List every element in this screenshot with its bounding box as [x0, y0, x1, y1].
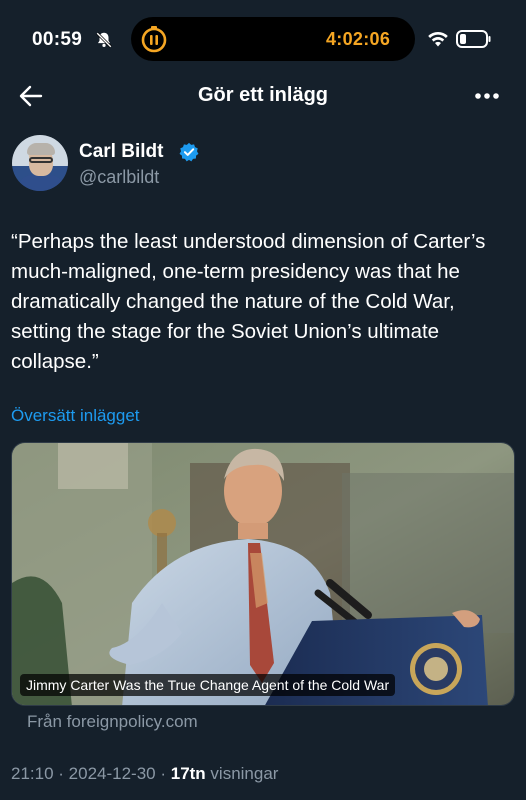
status-bar: 00:59 4:02:06 [0, 0, 526, 70]
back-button[interactable] [14, 80, 48, 112]
tweet-time[interactable]: 21:10 [11, 764, 54, 783]
tweet-date[interactable]: 2024-12-30 [69, 764, 156, 783]
link-card-source[interactable]: Från foreignpolicy.com [27, 712, 198, 732]
pause-timer-icon[interactable] [139, 24, 169, 54]
tweet-text: “Perhaps the least understood dimension … [11, 230, 486, 373]
bell-slash-icon [96, 32, 112, 48]
author-name[interactable]: Carl Bildt [79, 141, 163, 163]
island-timer-value: 4:02:06 [326, 29, 391, 49]
link-card-caption: Jimmy Carter Was the True Change Agent o… [20, 674, 396, 696]
meta-separator: · [155, 764, 171, 783]
page-title: Gör ett inlägg [198, 84, 328, 106]
more-dots-icon [475, 93, 499, 99]
author-row[interactable]: Carl Bildt @carlbildt [12, 135, 512, 197]
avatar-glasses-shape [29, 157, 53, 163]
article-photo [12, 443, 514, 705]
post-screen: 00:59 4:02:06 Gör ett inlägg Carl Bildt … [0, 0, 526, 800]
more-options-button[interactable] [470, 80, 504, 112]
verified-badge-icon[interactable] [179, 142, 199, 162]
arrow-left-icon [19, 85, 43, 107]
translate-post-link[interactable]: Översätt inlägget [11, 406, 140, 426]
author-handle[interactable]: @carlbildt [79, 167, 159, 188]
avatar-body-shape [18, 175, 64, 191]
link-preview-card[interactable]: Jimmy Carter Was the True Change Agent o… [11, 442, 515, 706]
tweet-meta: 21:10 · 2024-12-30 · 17tn visningar [11, 764, 278, 784]
avatar-hair-shape [27, 143, 55, 155]
views-label: visningar [205, 764, 279, 783]
avatar[interactable] [12, 135, 68, 191]
views-count[interactable]: 17tn [171, 764, 206, 783]
status-time: 00:59 [32, 29, 83, 50]
top-nav: Gör ett inlägg [0, 72, 526, 120]
battery-icon [456, 30, 491, 48]
wifi-icon [428, 31, 448, 47]
meta-separator: · [53, 764, 69, 783]
